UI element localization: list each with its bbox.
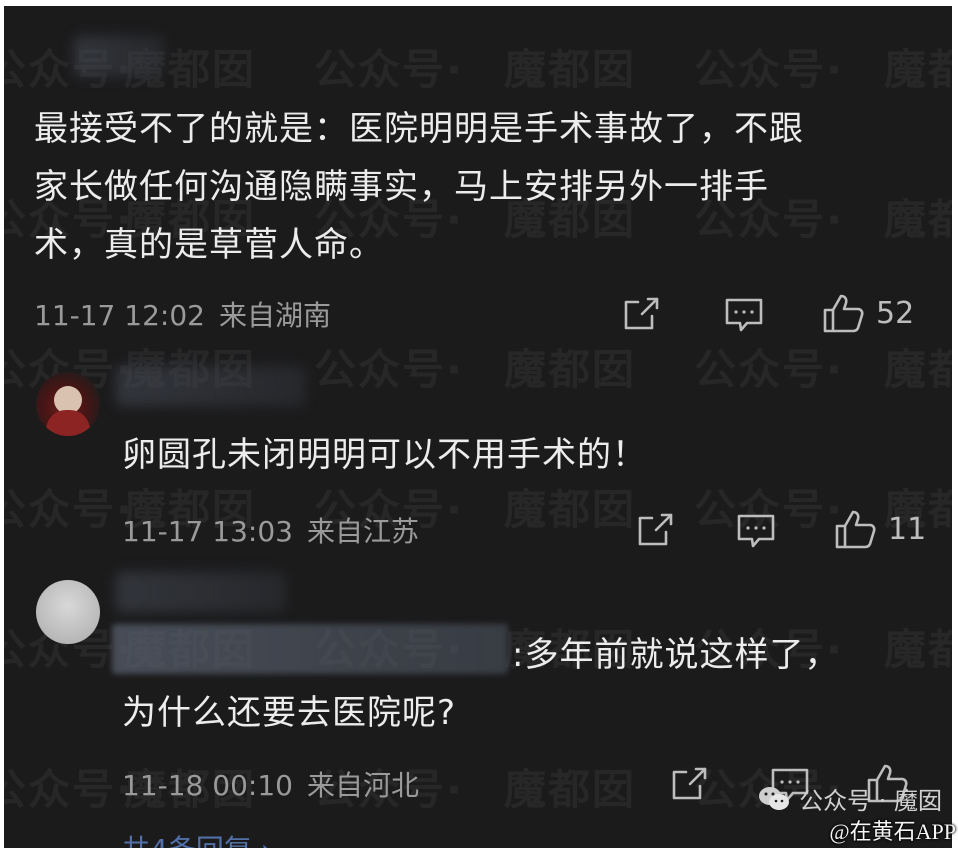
blurred-username	[116, 572, 286, 612]
comment-list-screen: 公众号· 魔都囡 公众号· 魔都囡 公众号· 魔都囡 公众号· 魔都囡 公众号·…	[4, 6, 952, 848]
watermark-text: 魔都囡	[504, 345, 637, 394]
comment-icon	[725, 298, 763, 332]
share-button[interactable]	[622, 296, 660, 332]
comment-meta: 11-17 13:03 来自江苏	[122, 510, 419, 550]
wechat-icon	[759, 786, 790, 810]
comment-location: 来自河北	[306, 769, 419, 802]
avatar[interactable]	[36, 580, 100, 644]
watermark-text: 公众号·	[694, 345, 844, 394]
watermark-text: 公众号·	[314, 45, 464, 94]
blurred-username	[116, 366, 306, 406]
like-button[interactable]: 52	[822, 292, 914, 334]
reply-button[interactable]	[724, 296, 764, 334]
comment-meta: 11-17 12:02 来自湖南	[34, 294, 331, 334]
thumbs-up-icon	[835, 510, 876, 549]
share-button[interactable]	[636, 512, 674, 548]
comment-time: 11-17 13:03	[122, 515, 293, 548]
share-icon	[672, 767, 707, 800]
share-icon	[624, 297, 659, 330]
watermark-text: 魔都囡	[884, 345, 952, 394]
share-icon	[638, 513, 673, 546]
watermark-text: 公众号·	[4, 485, 134, 534]
watermark-text: 公众号·	[314, 345, 464, 394]
watermark-text: 魔都囡	[504, 45, 637, 94]
comment-location: 来自江苏	[306, 515, 419, 548]
comment-body: 为什么还要去医院呢?	[122, 693, 457, 733]
thumbs-up-icon	[823, 294, 864, 333]
comment-body: 最接受不了的就是：医院明明是手术事故了，不跟 家长做任何沟通隐瞒事实，马上安排另…	[34, 109, 804, 265]
reply-button[interactable]	[736, 512, 776, 550]
watermark-text: 魔都囡	[504, 765, 637, 814]
blurred-username	[74, 36, 164, 76]
comment-meta: 11-18 00:10 来自河北	[122, 764, 419, 804]
view-more-replies-link[interactable]: 共4条回复 ›	[122, 828, 272, 848]
official-account-name: 公众号 · 魔囡	[799, 787, 942, 815]
share-button[interactable]	[670, 766, 708, 802]
watermark-text: 魔都囡	[884, 45, 952, 94]
comment-body: :多年前就说这样了，	[512, 635, 840, 675]
like-button[interactable]: 11	[834, 508, 926, 550]
comment-location: 来自湖南	[218, 299, 331, 332]
comment-body: 卵圆孔未闭明明可以不用手术的！	[122, 435, 647, 475]
like-count: 11	[888, 511, 927, 547]
avatar[interactable]	[36, 372, 100, 436]
app-credit-watermark: @在黄石APP	[829, 819, 956, 844]
comment-time: 11-18 00:10	[122, 769, 293, 802]
like-count: 52	[876, 295, 915, 331]
blurred-reply-target	[112, 624, 508, 674]
watermark-text: 魔都囡	[504, 485, 637, 534]
watermark-text: 公众号·	[4, 765, 134, 814]
comment-icon	[737, 514, 775, 548]
watermark-text: 公众号·	[694, 45, 844, 94]
comment-time: 11-17 12:02	[34, 299, 205, 332]
official-account-mark: 公众号 · 魔囡	[757, 781, 942, 816]
